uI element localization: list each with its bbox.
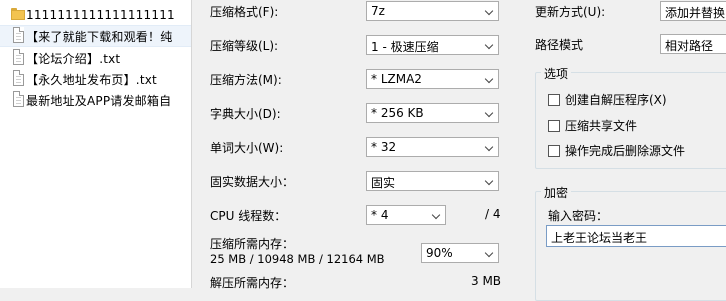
cpu-threads-value: * 4 bbox=[371, 208, 389, 222]
method-select[interactable]: * LZMA2 bbox=[366, 69, 499, 89]
dictionary-value: * 256 KB bbox=[371, 106, 424, 120]
chevron-down-icon bbox=[481, 138, 498, 156]
path-mode-select[interactable]: 相对路径 bbox=[660, 34, 726, 54]
memory-percent-select[interactable]: 90% bbox=[421, 243, 499, 263]
create-sfx-label: 创建自解压程序(X) bbox=[565, 93, 667, 107]
file-name: 【来了就能下载和观看！纯 bbox=[26, 29, 173, 44]
delete-after-checkbox[interactable]: 操作完成后删除源文件 bbox=[548, 142, 685, 159]
level-select[interactable]: 1 - 极速压缩 bbox=[366, 35, 499, 55]
cpu-threads-label: CPU 线程数： bbox=[210, 209, 287, 223]
method-value: * LZMA2 bbox=[371, 72, 422, 86]
dictionary-select[interactable]: * 256 KB bbox=[366, 103, 499, 123]
text-file-icon bbox=[13, 49, 24, 65]
solid-block-label: 固实数据大小： bbox=[210, 175, 295, 189]
format-select[interactable]: 7z bbox=[366, 1, 499, 21]
pane-splitter[interactable] bbox=[191, 0, 192, 288]
chevron-down-icon bbox=[481, 104, 498, 122]
solid-block-select[interactable]: 固实 bbox=[366, 171, 499, 191]
file-name: 最新地址及APP请发邮箱自 bbox=[26, 93, 172, 108]
file-row[interactable]: 最新地址及APP请发邮箱自 bbox=[0, 89, 191, 111]
compress-shared-label: 压缩共享文件 bbox=[565, 119, 638, 133]
word-size-label: 单词大小(W): bbox=[210, 141, 284, 155]
word-size-select[interactable]: * 32 bbox=[366, 137, 499, 157]
dictionary-label: 字典大小(D): bbox=[210, 107, 281, 121]
password-text: 上老王论坛当老王 bbox=[551, 231, 648, 245]
file-row[interactable]: 1111111111111111111 bbox=[0, 4, 191, 26]
options-group-title: 选项 bbox=[541, 65, 572, 82]
level-value: 1 - 极速压缩 bbox=[371, 40, 439, 54]
file-name: 1111111111111111111 bbox=[26, 8, 175, 22]
chevron-down-icon bbox=[481, 36, 498, 54]
method-label: 压缩方法(M): bbox=[210, 73, 282, 87]
checkbox-box[interactable] bbox=[548, 119, 560, 132]
checkbox-box[interactable] bbox=[548, 144, 560, 157]
file-name: 【论坛介绍】.txt bbox=[26, 51, 121, 66]
level-label: 压缩等级(L): bbox=[210, 39, 279, 53]
chevron-down-icon bbox=[481, 2, 498, 20]
file-name: 【永久地址发布页】.txt bbox=[26, 72, 157, 87]
memory-detail: 25 MB / 10948 MB / 12164 MB bbox=[210, 252, 385, 266]
cpu-threads-select[interactable]: * 4 bbox=[366, 205, 446, 225]
solid-block-value: 固实 bbox=[371, 176, 396, 190]
password-input[interactable]: 上老王论坛当老王 bbox=[546, 225, 726, 247]
folder-icon bbox=[11, 8, 25, 20]
update-mode-label: 更新方式(U): bbox=[535, 5, 606, 19]
file-row[interactable]: 【永久地址发布页】.txt bbox=[0, 68, 191, 90]
file-row[interactable]: 【论坛介绍】.txt bbox=[0, 47, 191, 69]
update-mode-select[interactable]: 添加并替换 bbox=[660, 1, 726, 21]
format-value: 7z bbox=[371, 4, 385, 18]
path-mode-label: 路径模式 bbox=[535, 38, 584, 52]
decompress-memory-label: 解压所需内存： bbox=[210, 276, 295, 290]
path-mode-value: 相对路径 bbox=[665, 39, 714, 53]
chevron-down-icon bbox=[481, 172, 498, 190]
delete-after-label: 操作完成后删除源文件 bbox=[565, 144, 686, 158]
chevron-down-icon bbox=[481, 70, 498, 88]
decompress-memory-value: 3 MB bbox=[471, 274, 502, 288]
text-file-icon bbox=[13, 70, 24, 86]
cpu-threads-max: / 4 bbox=[485, 207, 501, 221]
memory-percent-value: 90% bbox=[426, 246, 453, 260]
create-sfx-checkbox[interactable]: 创建自解压程序(X) bbox=[548, 91, 667, 108]
text-file-icon bbox=[13, 27, 24, 43]
compress-shared-checkbox[interactable]: 压缩共享文件 bbox=[548, 117, 637, 134]
format-label: 压缩格式(F): bbox=[210, 5, 279, 19]
update-mode-value: 添加并替换 bbox=[665, 6, 726, 20]
file-list-pane: 1111111111111111111 【来了就能下载和观看！纯 【论坛介绍】.… bbox=[0, 0, 191, 288]
chevron-down-icon bbox=[481, 244, 498, 262]
text-file-icon bbox=[13, 91, 24, 107]
file-row[interactable]: 【来了就能下载和观看！纯 bbox=[0, 25, 191, 47]
memory-label: 压缩所需内存： bbox=[210, 237, 295, 251]
checkbox-box[interactable] bbox=[548, 93, 560, 106]
encryption-group-title: 加密 bbox=[541, 184, 572, 201]
word-size-value: * 32 bbox=[371, 140, 397, 154]
password-label: 输入密码： bbox=[548, 209, 609, 223]
chevron-down-icon bbox=[428, 206, 445, 224]
